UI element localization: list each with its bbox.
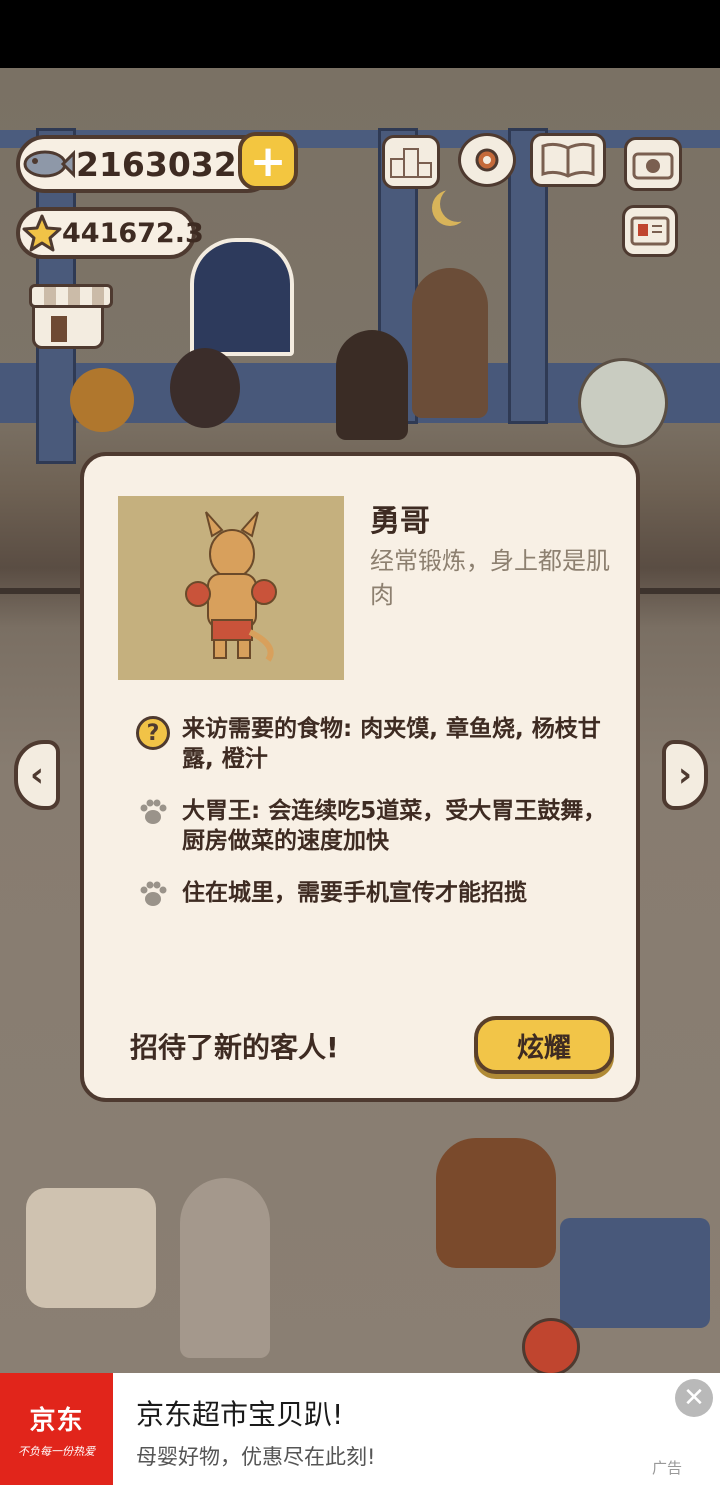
fish-currency: 21630324 (16, 135, 276, 193)
table-decoration (26, 1188, 156, 1308)
star-amount: 441672.3 (62, 217, 204, 249)
book-icon[interactable] (530, 133, 606, 187)
location-text: 住在城里，需要手机宣传才能招揽 (182, 880, 527, 906)
status-bar (0, 0, 720, 68)
shop-icon[interactable] (29, 284, 113, 349)
question-icon: ? (132, 716, 174, 750)
ad-subtitle[interactable]: 母婴好物，优惠尽在此刻! (136, 1441, 375, 1471)
trait-row: 大胃王: 会连续吃5道菜，受大胃王鼓舞，厨房做菜的速度加快 (132, 796, 612, 856)
ad-brand: 京东 (29, 1405, 84, 1436)
counter-decoration (560, 1218, 710, 1328)
location-row: 住在城里，需要手机宣传才能招揽 (132, 878, 612, 908)
ad-close-button[interactable]: ✕ (675, 1379, 713, 1417)
food-requirement-row: ? 来访需要的食物: 肉夹馍, 章鱼烧, 杨枝甘露, 橙汁 (132, 714, 612, 774)
cat-customer (170, 348, 240, 428)
ad-slogan: 不负每一份热爱 (18, 1444, 95, 1458)
new-guest-dialog: 勇哥 经常锻炼，身上都是肌肉 ? 来访需要的食物: 肉夹馍, 章鱼烧, 杨枝甘露… (80, 452, 640, 1102)
add-currency-button[interactable]: + (238, 132, 298, 190)
food-requirement-text: 来访需要的食物: 肉夹馍, 章鱼烧, 杨枝甘露, 橙汁 (182, 716, 601, 772)
fish-icon (22, 144, 76, 184)
paw-icon (132, 798, 174, 826)
paw-icon (132, 880, 174, 908)
rank-icon[interactable] (382, 135, 440, 189)
fish-amount: 21630324 (76, 144, 260, 184)
star-currency: 441672.3 (16, 207, 204, 259)
bear-customer (336, 330, 408, 440)
ad-label: 广告 (652, 1459, 683, 1477)
guest-name: 勇哥 (370, 504, 430, 539)
moon-lamp (70, 368, 134, 432)
jd-logo[interactable]: 京东 不负每一份热爱 (0, 1373, 113, 1485)
star-icon (22, 213, 62, 253)
ad-banner[interactable]: 京东 不负每一份热爱 京东超市宝贝趴! 母婴好物，优惠尽在此刻! (0, 1373, 720, 1485)
card-icon[interactable] (622, 205, 678, 257)
stove-decoration (436, 1138, 556, 1268)
previous-arrow[interactable]: ‹ (14, 740, 60, 810)
gear-icon[interactable] (458, 133, 516, 187)
show-off-button[interactable]: 炫耀 (474, 1016, 614, 1074)
guest-portrait (118, 496, 344, 680)
dog-customer (180, 1178, 270, 1358)
camera-icon[interactable] (624, 137, 682, 191)
rabbit-customer (412, 268, 488, 418)
moon-decoration (440, 186, 476, 222)
ad-title[interactable]: 京东超市宝贝趴! (136, 1393, 343, 1433)
globe-decoration (578, 358, 668, 448)
alert-icon[interactable] (522, 1318, 580, 1373)
question-mark: ? (136, 716, 170, 750)
guest-description: 经常锻炼，身上都是肌肉 (370, 547, 610, 609)
window (190, 238, 294, 356)
trait-text: 大胃王: 会连续吃5道菜，受大胃王鼓舞，厨房做菜的速度加快 (182, 798, 607, 854)
welcome-message: 招待了新的客人! (130, 1031, 339, 1064)
